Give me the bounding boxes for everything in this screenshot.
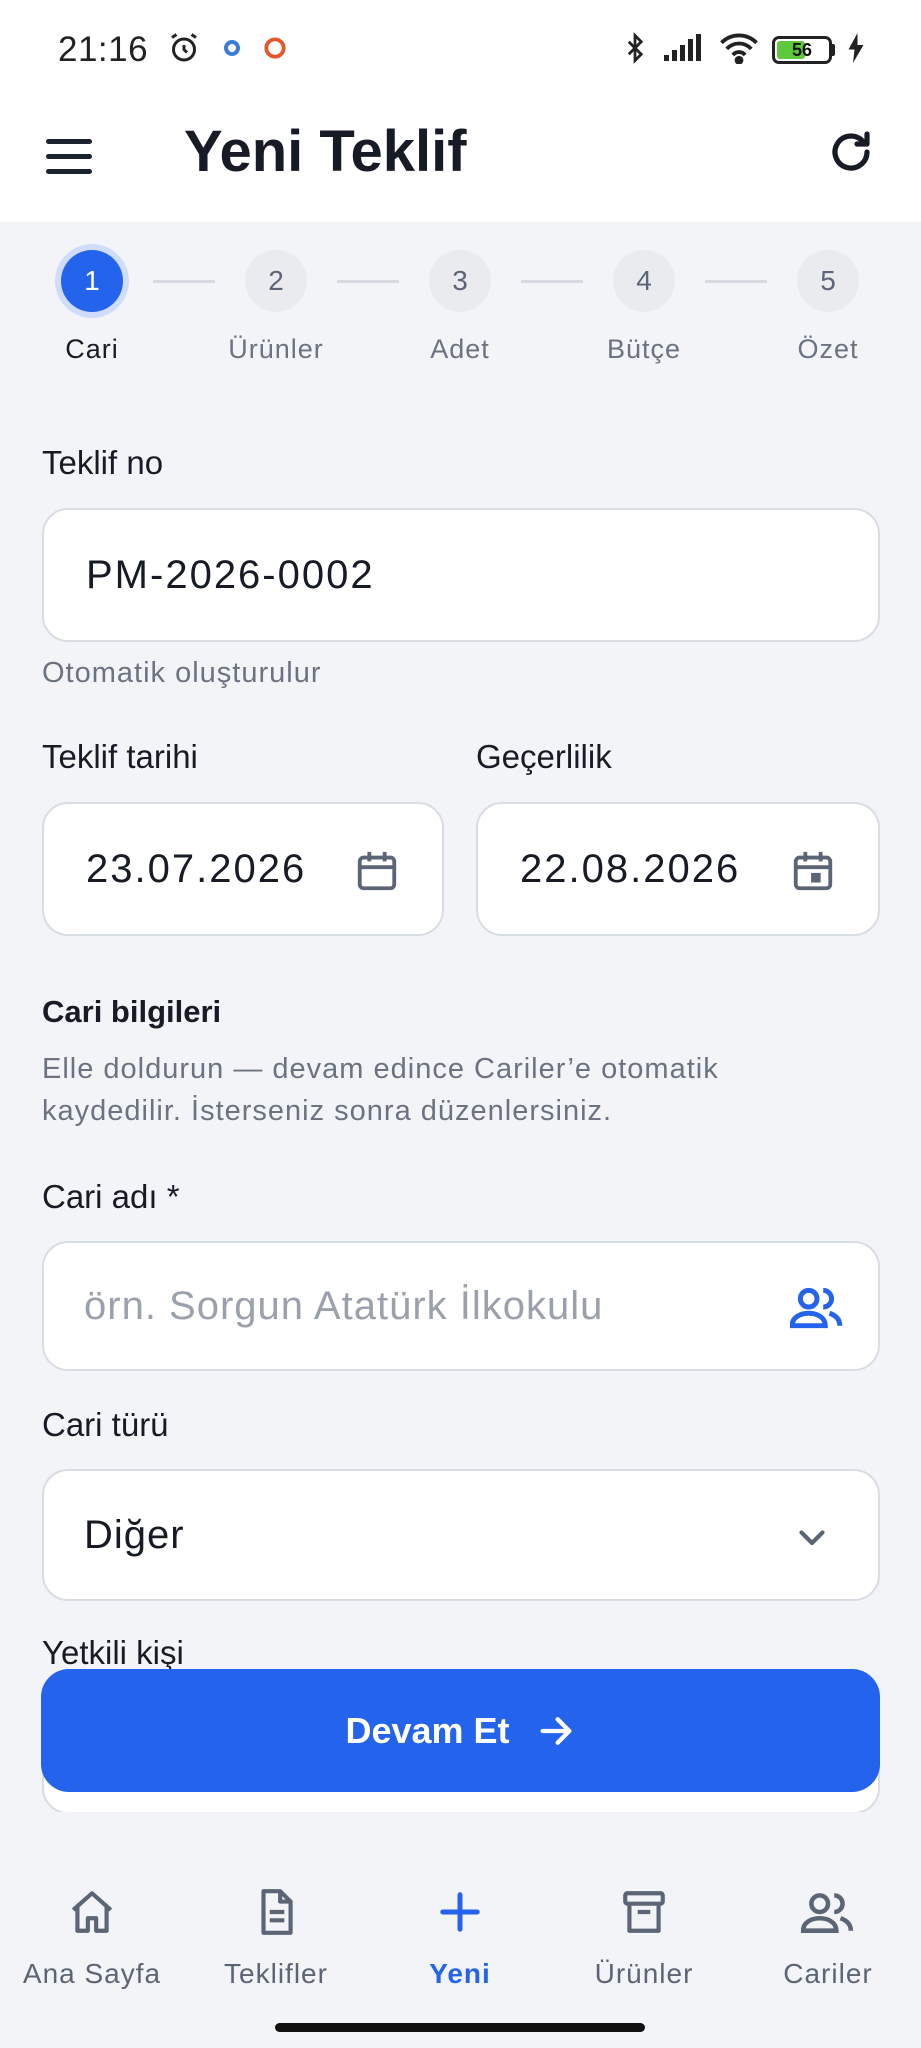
customer-type-label: Cari türü (42, 1406, 169, 1443)
battery-level: 56 (791, 40, 813, 60)
contact-person-label: Yetkili kişi (42, 1634, 184, 1671)
status-time: 21:16 (58, 30, 149, 69)
chevron-down-icon (794, 1519, 830, 1560)
bottom-navigation: Ana Sayfa Teklifler Yeni Ürünler Cariler (0, 1872, 921, 2048)
menu-button[interactable] (46, 130, 98, 182)
calendar-event-icon[interactable] (790, 847, 836, 900)
offer-no-field[interactable]: PM-2026-0002 (42, 508, 880, 642)
step-label: Adet (430, 334, 490, 364)
offer-date-field[interactable]: 23.07.2026 (42, 802, 444, 936)
step-adet[interactable]: 3 Adet (390, 250, 530, 365)
wifi-icon (718, 32, 760, 69)
offer-date-label: Teklif tarihi (42, 738, 198, 775)
step-number: 4 (613, 250, 675, 312)
archive-icon (552, 1882, 736, 1942)
home-indicator[interactable] (275, 2023, 645, 2032)
notification-app-icon (220, 36, 244, 65)
nav-label: Yeni (429, 1958, 491, 1989)
continue-button-label: Devam Et (345, 1709, 510, 1751)
step-label: Cari (65, 334, 119, 364)
nav-urunler[interactable]: Ürünler (552, 1882, 736, 1990)
calendar-icon[interactable] (354, 847, 400, 900)
nav-label: Cariler (783, 1958, 873, 1989)
validity-field[interactable]: 22.08.2026 (476, 802, 880, 936)
step-butce[interactable]: 4 Bütçe (574, 250, 714, 365)
plus-icon (368, 1882, 552, 1942)
customer-section-description: Elle doldurun — devam edince Cariler’e o… (42, 1048, 719, 1132)
step-number: 2 (245, 250, 307, 312)
nav-ana-sayfa[interactable]: Ana Sayfa (0, 1882, 184, 1990)
content-fade (0, 1812, 921, 1872)
step-label: Özet (797, 334, 859, 364)
customer-name-placeholder: örn. Sorgun Atatürk İlkokulu (84, 1283, 604, 1328)
offer-date-value: 23.07.2026 (86, 846, 307, 891)
refresh-button[interactable] (819, 120, 883, 184)
signal-icon (662, 33, 706, 68)
nav-yeni[interactable]: Yeni (368, 1882, 552, 1990)
notification-dot-icon (262, 35, 288, 66)
users-icon (736, 1882, 920, 1942)
battery-indicator: 56 (772, 36, 835, 64)
page-title: Yeni Teklif (184, 119, 467, 184)
validity-value: 22.08.2026 (520, 846, 741, 891)
charging-icon (847, 32, 865, 68)
step-label: Bütçe (606, 334, 682, 364)
customer-section-title: Cari bilgileri (42, 994, 222, 1029)
bluetooth-icon (620, 30, 650, 71)
offer-no-label: Teklif no (42, 444, 164, 481)
nav-teklifler[interactable]: Teklifler (184, 1882, 368, 1990)
customer-name-input[interactable]: örn. Sorgun Atatürk İlkokulu (42, 1241, 880, 1371)
app-header: Yeni Teklif (0, 100, 921, 222)
nav-label: Ana Sayfa (22, 1958, 162, 1989)
validity-label: Geçerlilik (476, 738, 612, 775)
offer-no-value: PM-2026-0002 (86, 552, 375, 597)
customer-type-select[interactable]: Diğer (42, 1469, 880, 1601)
document-icon (184, 1882, 368, 1942)
refresh-icon (832, 131, 870, 171)
step-ozet[interactable]: 5 Özet (758, 250, 898, 365)
alarm-icon (166, 30, 202, 71)
nav-label: Teklifler (224, 1958, 328, 1989)
customer-type-value: Diğer (84, 1512, 185, 1557)
offer-no-hint: Otomatik oluşturulur (42, 657, 322, 689)
nav-cariler[interactable]: Cariler (736, 1882, 920, 1990)
step-urunler[interactable]: 2 Ürünler (206, 250, 346, 365)
arrow-right-icon (540, 1716, 572, 1745)
step-label: Ürünler (228, 334, 324, 364)
users-icon[interactable] (789, 1285, 844, 1334)
customer-section-description-line2: kaydedilir. İsterseniz sonra düzenlersin… (42, 1095, 613, 1127)
customer-name-label: Cari adı * (42, 1178, 180, 1215)
home-icon (0, 1882, 184, 1942)
nav-label: Ürünler (594, 1958, 694, 1989)
stepper: 1 Cari 2 Ürünler 3 Adet 4 Bütçe 5 Özet (0, 250, 921, 380)
continue-button[interactable]: Devam Et (41, 1669, 880, 1792)
step-cari[interactable]: 1 Cari (22, 250, 162, 365)
customer-section-description-line1: Elle doldurun — devam edince Cariler’e o… (42, 1053, 719, 1085)
step-number: 3 (429, 250, 491, 312)
step-number: 1 (61, 250, 123, 312)
status-bar: 21:16 56 (0, 0, 921, 100)
step-number: 5 (797, 250, 859, 312)
